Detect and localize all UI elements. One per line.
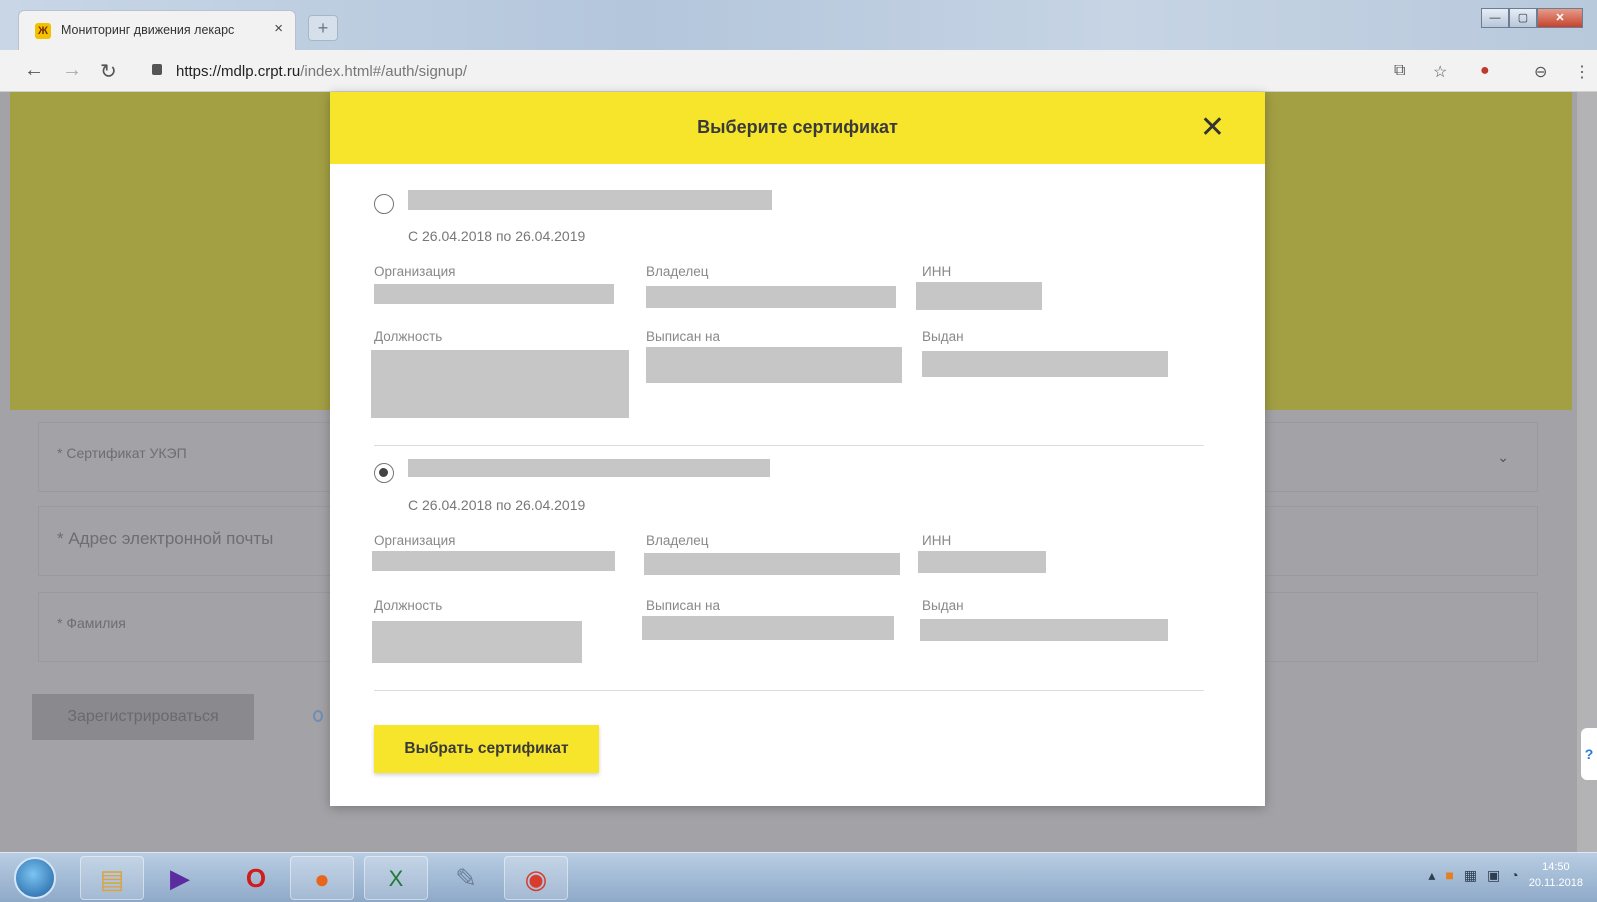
excel-app-icon[interactable]: X bbox=[364, 856, 428, 900]
owner-label: Владелец bbox=[646, 264, 709, 279]
system-tray: ▴ ■ ▦ ▣ ◔ 14:50 20.11.2018 bbox=[1428, 859, 1583, 891]
clock[interactable]: 14:50 20.11.2018 bbox=[1529, 859, 1583, 891]
position-label: Должность bbox=[374, 329, 443, 344]
site-favicon-icon: Ж bbox=[35, 23, 51, 39]
owner-value-redacted bbox=[646, 286, 896, 308]
start-button[interactable] bbox=[14, 857, 56, 899]
issued-by-value-redacted bbox=[922, 351, 1168, 377]
translate-icon[interactable]: ⧉ bbox=[1394, 62, 1405, 80]
certificate-option[interactable]: С 26.04.2018 по 26.04.2019 Организация В… bbox=[372, 459, 1204, 674]
clock-time: 14:50 bbox=[1542, 861, 1570, 873]
select-certificate-button[interactable]: Выбрать сертификат bbox=[374, 725, 599, 773]
email-label: * Адрес электронной почты bbox=[57, 529, 274, 548]
media-player-app-icon[interactable]: ▶ bbox=[148, 856, 212, 900]
certificate-radio[interactable] bbox=[374, 194, 394, 214]
org-label: Организация bbox=[374, 264, 456, 279]
certificate-label: * Сертификат УКЭП bbox=[57, 445, 187, 461]
forward-arrow-icon[interactable]: → bbox=[62, 59, 82, 82]
inn-label: ИНН bbox=[922, 264, 952, 279]
tab-title: Мониторинг движения лекарс bbox=[61, 23, 235, 37]
certificate-modal: Выберите сертификат ✕ С 26.04.2018 по 26… bbox=[330, 92, 1265, 806]
back-arrow-icon[interactable]: ← bbox=[24, 59, 44, 82]
issued-to-value-redacted bbox=[646, 347, 902, 383]
new-tab-button[interactable]: + bbox=[308, 15, 338, 41]
menu-icon[interactable]: ⋮ bbox=[1574, 62, 1590, 82]
browser-toolbar: ← → ↻ https://mdlp.crpt.ru/index.html#/a… bbox=[0, 50, 1597, 92]
position-value-redacted bbox=[371, 350, 629, 418]
maximize-button[interactable]: ▢ bbox=[1509, 8, 1537, 28]
window-controls: — ▢ ✕ bbox=[1481, 8, 1583, 30]
os-taskbar: ▤ ▶ O ● X ✎ ◉ ▴ ■ ▦ ▣ ◔ 14:50 20.11.2018 bbox=[0, 852, 1597, 902]
loading-icon bbox=[313, 710, 323, 722]
profile-icon[interactable]: ⊖ bbox=[1534, 62, 1547, 82]
lock-icon bbox=[152, 64, 162, 75]
issued-to-value-redacted bbox=[642, 616, 894, 640]
star-icon[interactable]: ☆ bbox=[1433, 62, 1447, 82]
surname-label: * Фамилия bbox=[57, 615, 126, 631]
tray-expand-icon[interactable]: ▴ bbox=[1428, 867, 1435, 884]
window-close-button[interactable]: ✕ bbox=[1537, 8, 1583, 28]
inn-value-redacted bbox=[916, 282, 1042, 310]
minimize-button[interactable]: — bbox=[1481, 8, 1509, 28]
clock-date: 20.11.2018 bbox=[1528, 877, 1583, 889]
modal-header: Выберите сертификат ✕ bbox=[330, 92, 1265, 164]
paint-app-icon[interactable]: ✎ bbox=[434, 856, 498, 900]
address-bar[interactable]: https://mdlp.crpt.ru/index.html#/auth/si… bbox=[142, 56, 1362, 86]
chevron-down-icon[interactable]: ⌄ bbox=[1497, 449, 1509, 466]
issued-by-value-redacted bbox=[920, 619, 1168, 641]
issued-to-label: Выписан на bbox=[646, 329, 720, 344]
chrome-app-icon[interactable]: ◉ bbox=[504, 856, 568, 900]
tab-close-icon[interactable]: × bbox=[274, 20, 283, 37]
explorer-app-icon[interactable]: ▤ bbox=[80, 856, 144, 900]
register-button[interactable]: Зарегистрироваться bbox=[32, 694, 254, 740]
position-label: Должность bbox=[374, 598, 443, 613]
close-icon[interactable]: ✕ bbox=[1200, 110, 1225, 145]
inn-value-redacted bbox=[918, 551, 1046, 573]
position-value-redacted bbox=[372, 621, 582, 663]
certificate-name-redacted bbox=[408, 459, 770, 477]
owner-value-redacted bbox=[644, 553, 900, 575]
url-text: https://mdlp.crpt.ru/index.html#/auth/si… bbox=[176, 63, 467, 80]
help-widget-icon[interactable]: ? bbox=[1581, 728, 1597, 780]
modal-title: Выберите сертификат bbox=[697, 117, 898, 137]
opera-app-icon[interactable]: O bbox=[224, 856, 288, 900]
extension-icon[interactable]: ● bbox=[1480, 62, 1490, 80]
divider bbox=[374, 690, 1204, 691]
certificate-name-redacted bbox=[408, 190, 772, 210]
org-value-redacted bbox=[374, 284, 614, 304]
browser-tabstrip: Ж Мониторинг движения лекарс × + — ▢ ✕ bbox=[0, 0, 1597, 50]
org-value-redacted bbox=[372, 551, 615, 571]
browser-tab[interactable]: Ж Мониторинг движения лекарс × bbox=[18, 10, 296, 50]
certificate-validity: С 26.04.2018 по 26.04.2019 bbox=[408, 228, 586, 244]
org-label: Организация bbox=[374, 533, 456, 548]
owner-label: Владелец bbox=[646, 533, 709, 548]
divider bbox=[374, 445, 1204, 446]
display-icon[interactable]: ▣ bbox=[1487, 867, 1500, 884]
tray-app-icon[interactable]: ■ bbox=[1445, 867, 1453, 883]
issued-to-label: Выписан на bbox=[646, 598, 720, 613]
certificate-option[interactable]: С 26.04.2018 по 26.04.2019 Организация В… bbox=[371, 190, 1204, 430]
reload-icon[interactable]: ↻ bbox=[100, 59, 117, 84]
inn-label: ИНН bbox=[922, 533, 952, 548]
certificate-radio-selected[interactable] bbox=[374, 463, 394, 483]
network-icon[interactable]: ▦ bbox=[1464, 867, 1477, 884]
certificate-validity: С 26.04.2018 по 26.04.2019 bbox=[408, 497, 586, 513]
firefox-app-icon[interactable]: ● bbox=[290, 856, 354, 900]
issued-by-label: Выдан bbox=[922, 598, 964, 613]
issued-by-label: Выдан bbox=[922, 329, 964, 344]
volume-icon[interactable]: ◔ bbox=[1510, 867, 1518, 883]
